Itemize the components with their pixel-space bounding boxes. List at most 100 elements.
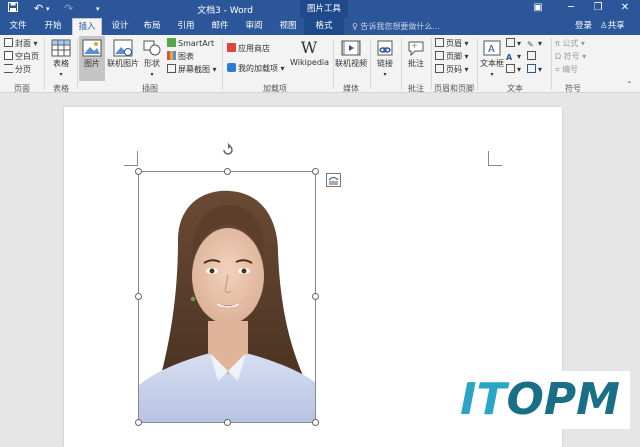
tab-view[interactable]: 视图 xyxy=(276,18,300,35)
resize-handle-n[interactable] xyxy=(224,168,231,175)
dropcap-button[interactable]: ▾ xyxy=(506,64,521,76)
tab-format[interactable]: 格式 xyxy=(304,18,344,35)
chart-icon xyxy=(167,51,176,60)
datetime-button[interactable] xyxy=(527,51,538,63)
page-number-button[interactable]: 页码 ▾ xyxy=(435,64,469,76)
header-icon xyxy=(435,38,444,47)
tell-me-search[interactable]: ♀ 告诉我您想要做什么... xyxy=(352,18,440,35)
comment-button[interactable]: + 批注 xyxy=(403,39,429,69)
margin-mark xyxy=(124,165,138,166)
rotate-handle-icon[interactable] xyxy=(221,143,235,157)
wordart-icon: A xyxy=(506,53,513,62)
group-pages-label: 页面 xyxy=(14,84,30,93)
resize-handle-e[interactable] xyxy=(312,293,319,300)
wordart-button[interactable]: A ▾ xyxy=(506,51,521,63)
undo-icon[interactable]: ↶ xyxy=(34,2,43,16)
group-text-label: 文本 xyxy=(507,84,523,93)
group-tables-label: 表格 xyxy=(53,84,69,93)
minimize-icon[interactable]: ─ xyxy=(563,2,579,13)
object-button[interactable]: ▾ xyxy=(527,64,542,76)
textbox-button[interactable]: A 文本框 ▾ xyxy=(479,39,505,78)
picture-button[interactable]: 图片 xyxy=(79,36,105,81)
comment-icon: + xyxy=(408,41,424,57)
tab-home[interactable]: 开始 xyxy=(40,18,66,35)
resize-handle-nw[interactable] xyxy=(135,168,142,175)
textbox-icon: A xyxy=(483,40,501,56)
separator xyxy=(551,38,552,90)
screenshot-icon xyxy=(167,64,176,73)
picture-icon xyxy=(82,39,102,57)
number-icon: ⌗ xyxy=(555,65,563,74)
login-link[interactable]: 登录 xyxy=(575,18,592,35)
quick-parts-button[interactable]: ▾ xyxy=(506,38,521,50)
smartart-button[interactable]: SmartArt xyxy=(167,38,214,50)
margin-mark xyxy=(488,165,502,166)
tab-design[interactable]: 设计 xyxy=(108,18,132,35)
tab-file[interactable]: 文件 xyxy=(6,18,30,35)
screenshot-button[interactable]: 屏幕截图 ▾ xyxy=(167,64,217,76)
resize-handle-s[interactable] xyxy=(224,419,231,426)
shapes-button[interactable]: 形状 ▾ xyxy=(141,39,163,78)
group-header-footer-label: 页眉和页脚 xyxy=(434,84,474,93)
margin-mark xyxy=(137,151,138,165)
share-button[interactable]: ♙共享 xyxy=(600,18,625,35)
store-icon xyxy=(227,43,236,52)
chart-button[interactable]: 图表 xyxy=(167,51,194,63)
number-button[interactable]: ⌗ 编号 xyxy=(555,64,578,76)
link-button[interactable]: 链接 ▾ xyxy=(372,39,398,78)
save-icon[interactable] xyxy=(8,2,18,16)
omega-icon: Ω xyxy=(555,52,564,61)
tab-layout[interactable]: 布局 xyxy=(140,18,164,35)
restore-icon[interactable]: ❐ xyxy=(590,2,606,13)
separator xyxy=(333,38,334,90)
ribbon-options-icon[interactable]: ▣ xyxy=(530,2,546,13)
cover-icon xyxy=(4,38,13,47)
undo-dropdown-icon[interactable]: ▾ xyxy=(46,2,50,16)
tab-mailings[interactable]: 邮件 xyxy=(208,18,232,35)
resize-handle-sw[interactable] xyxy=(135,419,142,426)
header-button[interactable]: 页眉 ▾ xyxy=(435,38,469,50)
object-icon xyxy=(527,64,536,73)
separator xyxy=(77,38,78,90)
ribbon-tabs: 文件 开始 插入 设计 布局 引用 邮件 审阅 视图 格式 ♀ 告诉我您想要做什… xyxy=(0,18,640,35)
close-icon[interactable]: ✕ xyxy=(617,2,633,13)
group-media-label: 媒体 xyxy=(343,84,359,93)
layout-options-icon[interactable] xyxy=(326,173,341,187)
symbol-button[interactable]: Ω 符号 ▾ xyxy=(555,51,586,63)
footer-button[interactable]: 页脚 ▾ xyxy=(435,51,469,63)
signature-icon: ✎ xyxy=(527,40,534,49)
resize-handle-se[interactable] xyxy=(312,419,319,426)
ribbon: 封面 ▾ 空白页 分页 页面 表格 ▾ 表格 图片 联机图片 形状 ▾ SmartA… xyxy=(0,35,640,93)
customize-icon[interactable]: ▾ xyxy=(96,2,100,16)
cover-page-button[interactable]: 封面 ▾ xyxy=(4,38,38,50)
resize-handle-ne[interactable] xyxy=(312,168,319,175)
online-video-icon xyxy=(341,40,361,56)
resize-handle-w[interactable] xyxy=(135,293,142,300)
footer-icon xyxy=(435,51,444,60)
wikipedia-button[interactable]: W Wikipedia xyxy=(290,38,329,68)
group-comments-label: 批注 xyxy=(408,84,424,93)
group-addins-label: 加载项 xyxy=(263,84,287,93)
collapse-ribbon-icon[interactable]: ⌃ xyxy=(626,80,633,89)
blank-page-button[interactable]: 空白页 xyxy=(4,51,39,63)
signature-line-button[interactable]: ✎ ▾ xyxy=(527,38,542,50)
tab-references[interactable]: 引用 xyxy=(174,18,198,35)
store-button[interactable]: 应用商店 xyxy=(227,43,270,55)
table-button[interactable]: 表格 ▾ xyxy=(48,39,74,78)
wikipedia-icon: W xyxy=(300,38,318,57)
separator xyxy=(370,38,371,90)
separator xyxy=(44,38,45,90)
redo-icon[interactable]: ↷ xyxy=(64,2,73,16)
online-picture-button[interactable]: 联机图片 xyxy=(107,39,139,69)
tab-review[interactable]: 审阅 xyxy=(242,18,266,35)
page-break-button[interactable]: 分页 xyxy=(4,64,31,76)
my-addins-icon xyxy=(227,63,236,72)
selection-frame xyxy=(138,171,316,423)
link-icon xyxy=(377,40,393,56)
my-addins-button[interactable]: 我的加载项 ▾ xyxy=(227,63,285,75)
tab-insert[interactable]: 插入 xyxy=(72,18,102,35)
online-video-button[interactable]: 联机视频 xyxy=(335,39,367,69)
equation-button[interactable]: π 公式 ▾ xyxy=(555,38,585,50)
quick-parts-icon xyxy=(506,38,515,47)
separator xyxy=(401,38,402,90)
